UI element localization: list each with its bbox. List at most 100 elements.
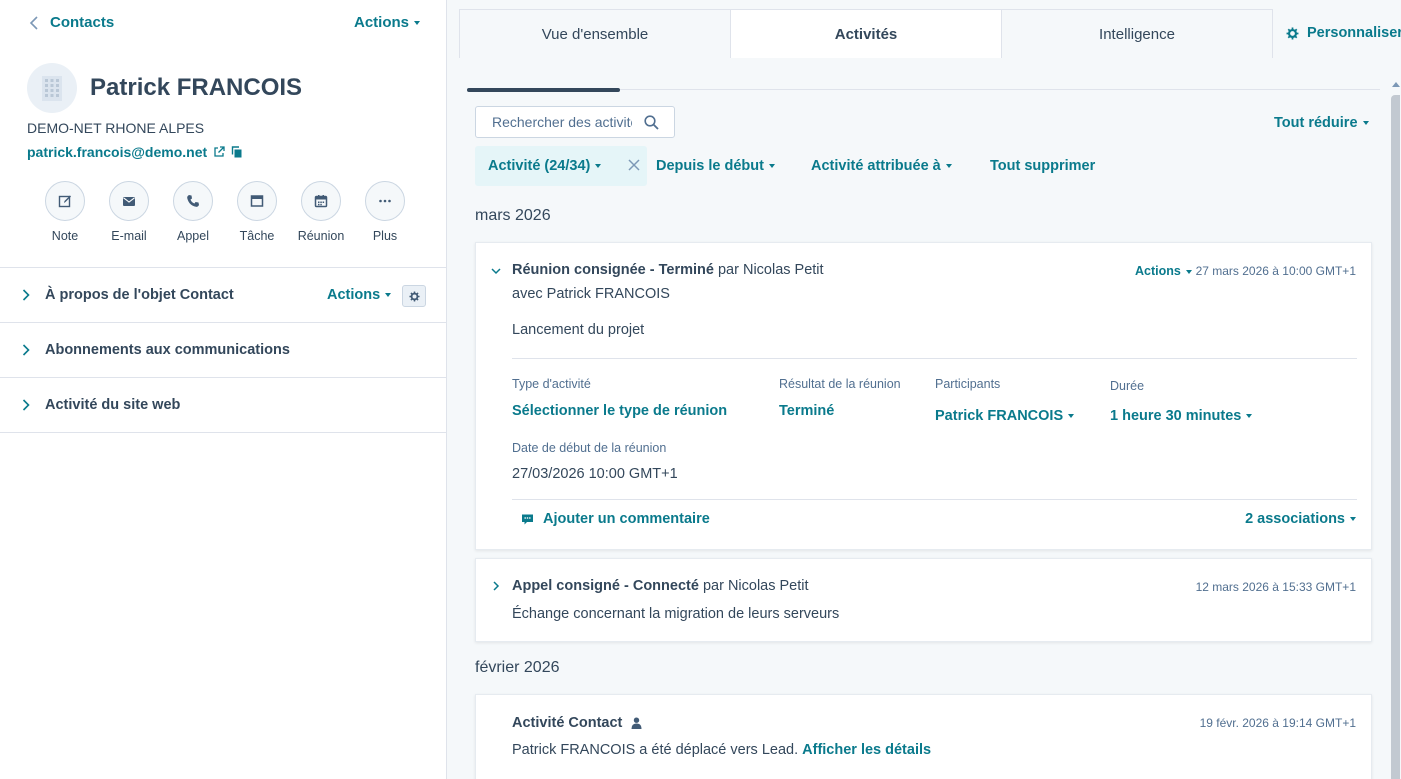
quick-action-meeting[interactable]: Réunion	[289, 181, 353, 243]
divider	[512, 499, 1357, 500]
company-avatar	[27, 63, 77, 113]
more-button[interactable]	[365, 181, 405, 221]
duration-value: 1 heure 30 minutes	[1110, 408, 1242, 424]
personalize-button[interactable]: Personnaliser	[1286, 25, 1401, 41]
participants-value: Patrick FRANCOIS	[935, 408, 1064, 424]
back-to-contacts-link[interactable]: Contacts	[28, 14, 114, 31]
personalize-label: Personnaliser	[1307, 25, 1401, 41]
quick-action-label: Tâche	[239, 229, 275, 243]
contact-actions-label: Actions	[353, 14, 409, 31]
quick-action-task[interactable]: Tâche	[225, 181, 289, 243]
scroll-up-arrow-icon[interactable]	[1392, 82, 1400, 87]
close-icon[interactable]	[628, 159, 640, 171]
activity-title: Activité Contact	[512, 715, 623, 731]
external-link-icon[interactable]	[213, 146, 225, 158]
quick-action-note[interactable]: Note	[33, 181, 97, 243]
section-website-activity[interactable]: Activité du site web	[0, 378, 446, 433]
chevron-right-icon[interactable]	[491, 581, 501, 591]
section-actions-menu[interactable]: Actions	[327, 287, 392, 303]
collapse-all-label: Tout réduire	[1274, 115, 1358, 131]
divider	[512, 358, 1357, 359]
activity-type-select[interactable]: Sélectionner le type de réunion	[512, 403, 727, 419]
participants-dropdown[interactable]: Patrick FRANCOIS	[935, 408, 1075, 424]
collapse-all-button[interactable]: Tout réduire	[1274, 115, 1369, 131]
chevron-right-icon	[22, 399, 30, 411]
scrollbar-thumb[interactable]	[1391, 95, 1400, 779]
associations-label: 2 associations	[1245, 511, 1345, 527]
chevron-left-icon	[29, 15, 38, 30]
activity-actions-label: Actions	[1135, 264, 1181, 278]
contact-sidebar: Contacts Actions Patrick FRANCOIS DEMO-N…	[0, 0, 447, 779]
section-about-contact[interactable]: À propos de l'objet Contact Actions	[0, 268, 446, 323]
activity-search[interactable]	[475, 106, 675, 138]
section-settings-button[interactable]	[402, 285, 426, 307]
activity-timestamp: 19 févr. 2026 à 19:14 GMT+1	[1199, 716, 1356, 730]
call-button[interactable]	[173, 181, 213, 221]
chevron-down-icon[interactable]	[491, 266, 501, 276]
activity-body: Lancement du projet	[512, 322, 645, 338]
start-date-value[interactable]: 27/03/2026 10:00 GMT+1	[512, 466, 678, 482]
task-button[interactable]	[237, 181, 277, 221]
tab-overview[interactable]: Vue d'ensemble	[459, 9, 731, 59]
add-comment-button[interactable]: Ajouter un commentaire	[521, 511, 710, 527]
activity-card-call: Appel consigné - Connecté par Nicolas Pe…	[475, 558, 1372, 642]
activity-header[interactable]: Réunion consignée - Terminé par Nicolas …	[512, 262, 824, 278]
comment-icon	[522, 514, 533, 524]
quick-action-label: Plus	[372, 229, 398, 243]
filter-activity-chip[interactable]: Activité (24/34)	[475, 146, 647, 186]
contact-actions-menu[interactable]: Actions	[354, 14, 420, 31]
view-details-link[interactable]: Afficher les détails	[802, 742, 931, 758]
filter-activity-label: Activité (24/34)	[488, 158, 591, 174]
loading-progress	[467, 88, 620, 92]
activity-title: Appel consigné - Connecté	[512, 578, 699, 594]
field-label-activity-type: Type d'activité	[512, 377, 591, 391]
meeting-button[interactable]	[301, 181, 341, 221]
section-actions-label: Actions	[327, 287, 381, 303]
quick-action-label: Réunion	[297, 229, 345, 243]
copy-icon[interactable]	[231, 146, 243, 158]
add-comment-label: Ajouter un commentaire	[543, 511, 710, 527]
clear-all-filters-button[interactable]: Tout supprimer	[990, 158, 1095, 174]
meeting-result-select[interactable]: Terminé	[779, 403, 834, 419]
caret-down-icon	[945, 164, 952, 169]
quick-action-call[interactable]: Appel	[161, 181, 225, 243]
back-label: Contacts	[50, 14, 115, 31]
search-icon[interactable]	[644, 115, 659, 130]
filter-assigned-dropdown[interactable]: Activité attribuée à	[811, 158, 952, 174]
section-communication-subscriptions[interactable]: Abonnements aux communications	[0, 323, 446, 378]
duration-dropdown[interactable]: 1 heure 30 minutes	[1110, 408, 1253, 424]
section-title: Abonnements aux communications	[45, 342, 290, 358]
associations-dropdown[interactable]: 2 associations	[1245, 511, 1356, 527]
caret-down-icon	[1185, 269, 1192, 274]
gear-icon	[1286, 27, 1299, 39]
caret-down-icon	[1246, 414, 1253, 419]
activity-body: Patrick FRANCOIS a été déplacé vers Lead…	[512, 742, 799, 758]
contact-company: DEMO-NET RHONE ALPES	[27, 120, 205, 136]
tab-activities[interactable]: Activités	[730, 9, 1002, 59]
activity-header[interactable]: Appel consigné - Connecté par Nicolas Pe…	[512, 578, 809, 594]
activity-title: Réunion consignée - Terminé	[512, 262, 714, 278]
field-label-start-date: Date de début de la réunion	[512, 441, 667, 455]
caret-down-icon	[414, 21, 420, 26]
tab-intelligence[interactable]: Intelligence	[1001, 9, 1273, 59]
contact-name: Patrick FRANCOIS	[90, 74, 303, 101]
activity-card-contact: Activité Contact 19 févr. 2026 à 19:14 G…	[475, 694, 1372, 779]
activity-by-prefix: par	[698, 578, 728, 594]
filter-since-dropdown[interactable]: Depuis le début	[656, 158, 775, 174]
chevron-right-icon	[22, 344, 30, 356]
caret-down-icon	[1350, 517, 1356, 522]
contact-email-link[interactable]: patrick.francois@demo.net	[27, 144, 207, 160]
activity-body-row: Patrick FRANCOIS a été déplacé vers Lead…	[512, 742, 931, 758]
activity-search-input[interactable]	[492, 114, 632, 130]
quick-action-email[interactable]: E-mail	[97, 181, 161, 243]
note-button[interactable]	[45, 181, 85, 221]
activity-actions-menu[interactable]: Actions	[1135, 264, 1192, 278]
activity-by-prefix: par	[713, 262, 743, 278]
activity-timestamp: 12 mars 2026 à 15:33 GMT+1	[1195, 580, 1356, 594]
email-button[interactable]	[109, 181, 149, 221]
activity-author: Nicolas Petit	[742, 262, 824, 278]
building-icon	[42, 76, 62, 101]
quick-action-more[interactable]: Plus	[353, 181, 417, 243]
month-heading: mars 2026	[475, 207, 551, 224]
caret-down-icon	[385, 293, 392, 298]
